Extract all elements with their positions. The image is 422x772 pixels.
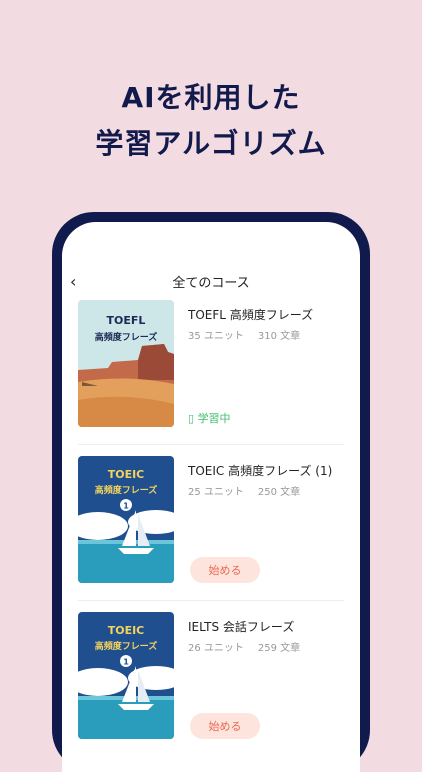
thumb-title: TOEIC: [108, 468, 145, 481]
thumb-title: TOEIC: [108, 624, 145, 637]
thumb-subtitle: 高頻度フレーズ: [95, 484, 158, 496]
sentence-count: 310 文章: [257, 331, 301, 342]
divider: [78, 600, 344, 601]
sentence-count: 259 文章: [257, 643, 301, 654]
start-button[interactable]: 始める: [190, 557, 260, 583]
course-meta: 35 ユニット 310 文章: [188, 327, 314, 342]
unit-count: 26 ユニット: [188, 643, 244, 654]
book-icon: ▯: [188, 412, 195, 425]
thumb-badge: 1: [123, 502, 129, 511]
course-title: TOEIC 高頻度フレーズ (1): [188, 464, 333, 478]
course-thumbnail: TOEFL 高頻度フレーズ: [78, 300, 174, 427]
unit-count: 25 ユニット: [188, 487, 244, 498]
status-label: 学習中: [197, 412, 231, 425]
course-thumbnail: TOEIC 高頻度フレーズ 1: [78, 612, 174, 739]
course-title: IELTS 会話フレーズ: [188, 620, 295, 634]
thumb-badge: 1: [123, 658, 129, 667]
course-meta: 25 ユニット 250 文章: [188, 483, 314, 498]
nav-bar: ‹ 全てのコース: [62, 222, 360, 291]
page-title: 全てのコース: [172, 276, 250, 291]
app-screen: ‹ 全てのコース TOEFL 高頻度フレーズ TOEFL 高頻度フレーズ 35: [62, 222, 360, 772]
unit-count: 35 ユニット: [188, 331, 244, 342]
thumb-subtitle: 高頻度フレーズ: [95, 331, 158, 343]
start-button[interactable]: 始める: [190, 713, 260, 739]
thumb-subtitle: 高頻度フレーズ: [95, 640, 158, 652]
thumb-title: TOEFL: [107, 314, 146, 327]
headline-line-2: 学習アルゴリズム: [95, 127, 327, 160]
headline-line-1: AIを利用した: [121, 81, 301, 114]
sentence-count: 250 文章: [257, 487, 301, 498]
course-title: TOEFL 高頻度フレーズ: [188, 308, 314, 322]
course-thumbnail: TOEIC 高頻度フレーズ 1: [78, 456, 174, 583]
divider: [78, 444, 344, 445]
course-meta: 26 ユニット 259 文章: [188, 639, 314, 654]
phone-frame: ‹ 全てのコース TOEFL 高頻度フレーズ TOEFL 高頻度フレーズ 35: [52, 212, 370, 772]
status-learning: ▯ 学習中: [188, 410, 231, 426]
